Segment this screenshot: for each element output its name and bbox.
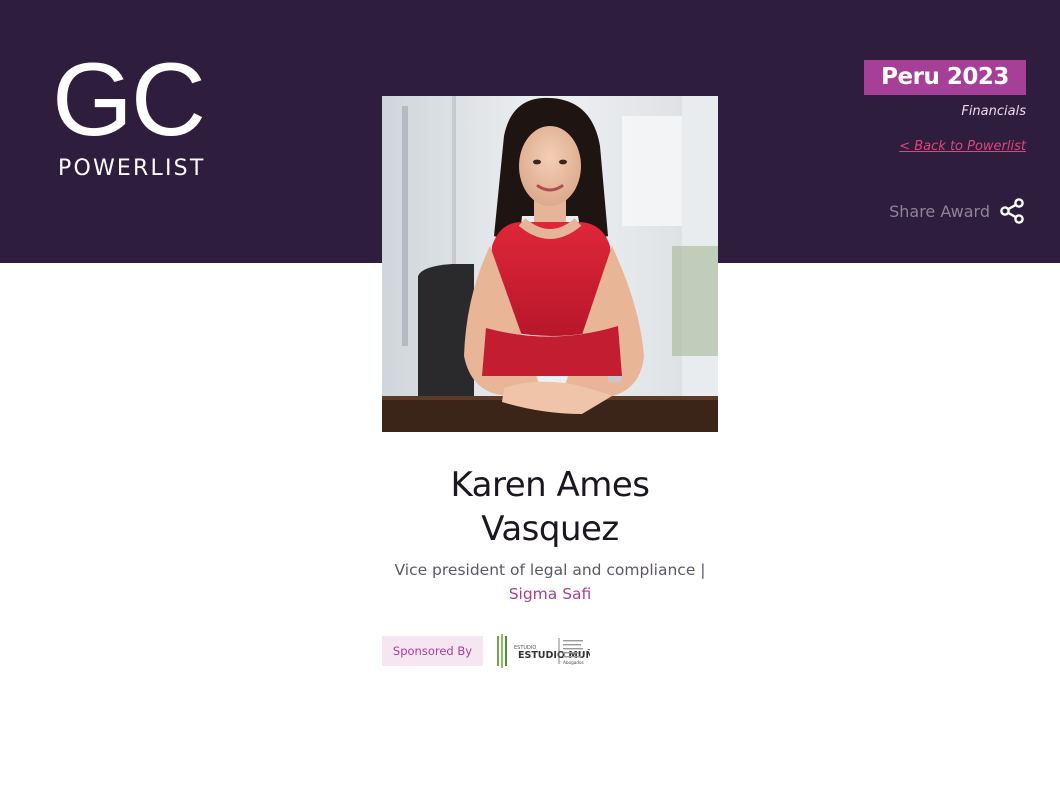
header-right-column: Peru 2023 Financials < Back to Powerlist…	[726, 60, 1026, 230]
category-label: Financials	[961, 104, 1026, 119]
share-award-button[interactable]: Share Award	[889, 197, 1026, 225]
logo-secondary-text: POWERLIST	[58, 156, 206, 181]
estudio-muniz-logo-icon: ESTUDIO ESTUDIO MUÑIZ Abogados	[497, 634, 590, 668]
sponsor-logo-small-text: Abogados	[563, 660, 584, 665]
portrait-illustration	[382, 96, 718, 432]
person-title: Vice president of legal and compliance |	[394, 561, 706, 579]
logo-primary-text: GC	[52, 42, 206, 158]
share-award-label: Share Award	[889, 201, 990, 221]
share-icon	[1000, 198, 1024, 224]
gc-powerlist-logo[interactable]: GC POWERLIST	[52, 42, 222, 187]
person-name: Karen Ames Vasquez	[450, 465, 650, 549]
company-link[interactable]: Sigma Safi	[382, 582, 718, 606]
sponsored-by-tag: Sponsored By	[382, 636, 483, 666]
year-badge: Peru 2023	[864, 60, 1026, 95]
sponsor-logo[interactable]: ESTUDIO ESTUDIO MUÑIZ Abogados	[494, 632, 590, 670]
portrait-photo	[382, 96, 718, 432]
back-to-powerlist-link[interactable]: < Back to Powerlist	[899, 139, 1026, 154]
